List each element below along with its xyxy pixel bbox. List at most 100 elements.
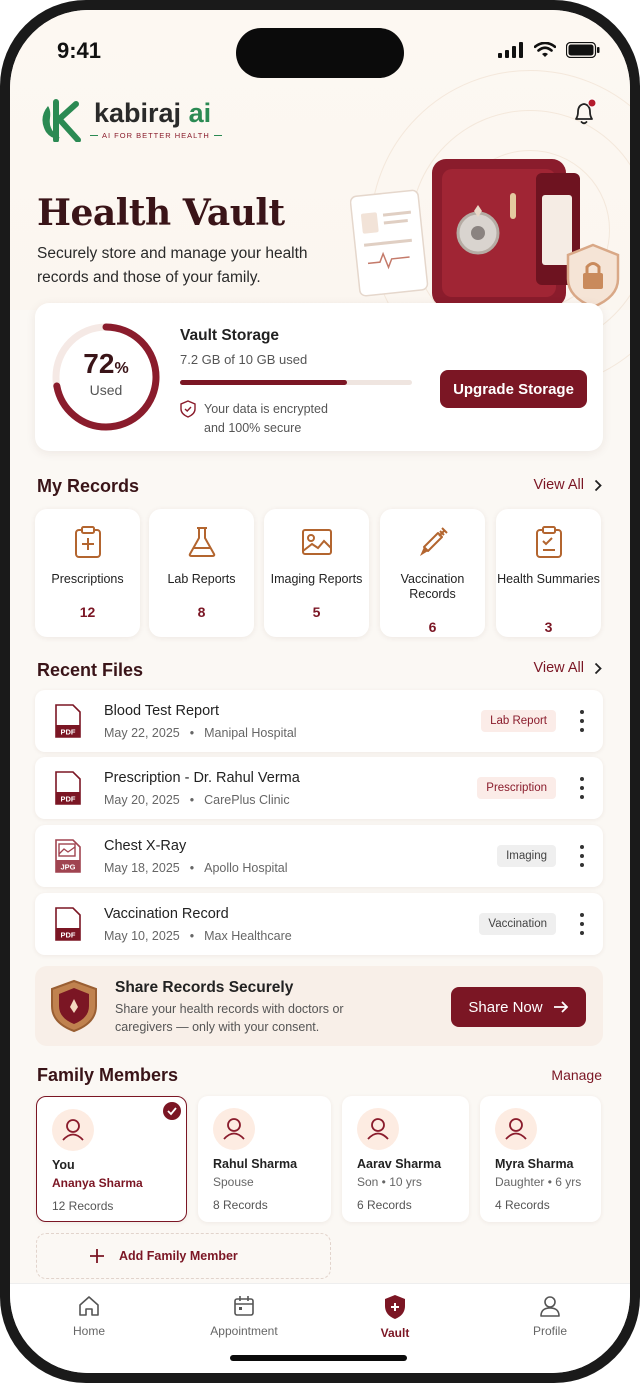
family-member-relation: Spouse <box>213 1175 254 1189</box>
flask-icon <box>188 527 216 557</box>
family-member-card[interactable]: Rahul Sharma Spouse 8 Records <box>198 1096 331 1222</box>
svg-text:PDF: PDF <box>61 728 76 737</box>
battery-icon <box>566 42 600 58</box>
records-tile-prescriptions[interactable]: Prescriptions 12 <box>35 509 140 637</box>
page-subtitle: Securely store and manage your health re… <box>37 245 308 286</box>
selected-check-icon <box>163 1102 181 1120</box>
records-tile-label: Vaccination Records <box>400 572 465 601</box>
shield-check-icon <box>180 400 196 418</box>
vault-illustration <box>350 159 620 311</box>
records-tile-vaccination-records[interactable]: Vaccination Records 6 <box>380 509 485 637</box>
more-options-icon[interactable] <box>579 777 585 799</box>
family-member-records: 8 Records <box>213 1198 268 1212</box>
more-options-icon[interactable] <box>579 913 585 935</box>
family-members-title: Family Members <box>37 1065 179 1085</box>
avatar <box>52 1109 94 1151</box>
brand-logo[interactable]: kabiraj ai AI FOR BETTER HEALTH <box>38 98 222 143</box>
storage-used-label: Used <box>89 382 123 398</box>
recent-file-row[interactable]: PDF Blood Test Report May 22, 2025 • Manip… <box>35 690 603 752</box>
bell-icon <box>575 98 597 125</box>
records-tile-count: 6 <box>428 619 437 635</box>
records-tile-count: 12 <box>79 604 96 620</box>
upgrade-storage-button[interactable]: Upgrade Storage <box>440 370 587 408</box>
chevron-right-icon <box>594 479 602 491</box>
family-member-card[interactable]: Myra Sharma Daughter • 6 yrs 4 Records <box>480 1096 601 1222</box>
home-icon <box>79 1296 99 1316</box>
shield-lock-illustration <box>566 243 620 309</box>
family-member-relation: Daughter • 6 yrs <box>495 1175 582 1189</box>
recent-file-row[interactable]: PDF Prescription - Dr. Rahul Verma May 2… <box>35 757 603 819</box>
nav-vault[interactable]: Vault <box>340 1294 450 1340</box>
share-title: Share Records Securely <box>115 979 294 996</box>
user-icon <box>223 1118 245 1140</box>
family-member-records: 4 Records <box>495 1198 550 1212</box>
storage-usage-text: 7.2 GB of 10 GB used <box>180 352 308 367</box>
safe-illustration <box>432 159 580 311</box>
shield-badge-icon <box>51 979 97 1033</box>
file-type-badge: Prescription <box>477 777 556 799</box>
file-name: Vaccination Record <box>104 906 229 922</box>
file-name: Prescription - Dr. Rahul Verma <box>104 770 300 786</box>
recent-file-row[interactable]: PDF Vaccination Record May 10, 2025 • Max … <box>35 893 603 955</box>
records-tile-label: Imaging Reports <box>270 572 363 586</box>
family-member-relation: Ananya Sharma <box>52 1176 143 1190</box>
svg-text:JPG: JPG <box>60 863 75 872</box>
arrow-right-icon <box>553 1001 568 1013</box>
page-title: Health Vault <box>37 192 285 234</box>
cellular-signal-icon <box>498 42 523 58</box>
svg-text:PDF: PDF <box>61 795 76 804</box>
recent-view-all-link[interactable]: View All <box>533 660 602 676</box>
share-subtitle: Share your health records with doctors o… <box>115 1002 344 1034</box>
svg-text:PDF: PDF <box>61 931 76 940</box>
file-type-badge: Vaccination <box>479 913 556 935</box>
file-name: Blood Test Report <box>104 703 219 719</box>
records-tile-label: Lab Reports <box>167 572 236 586</box>
encryption-note: Your data is encrypted and 100% secure <box>180 400 328 438</box>
brand-name: kabiraj ai <box>94 98 212 128</box>
storage-percent: 72% <box>83 348 129 379</box>
family-member-relation: Son • 10 yrs <box>357 1175 422 1189</box>
family-member-records: 12 Records <box>52 1199 114 1213</box>
prescription-icon <box>75 526 101 558</box>
more-options-icon[interactable] <box>579 710 585 732</box>
family-member-records: 6 Records <box>357 1198 412 1212</box>
more-options-icon[interactable] <box>579 845 585 867</box>
recent-file-row[interactable]: JPG Chest X-Ray May 18, 2025 • Apollo Hosp… <box>35 825 603 887</box>
app-screen: 9:41 kabiraj ai AI FOR BETTER HEALTH Hea… <box>10 10 630 1373</box>
image-icon <box>302 529 332 555</box>
family-member-name: Aarav Sharma <box>357 1157 442 1171</box>
family-member-card[interactable]: Aarav Sharma Son • 10 yrs 6 Records <box>342 1096 469 1222</box>
home-indicator[interactable] <box>230 1355 407 1361</box>
records-tile-count: 5 <box>312 604 321 620</box>
manage-family-link[interactable]: Manage <box>551 1067 602 1083</box>
add-family-member-button[interactable]: Add Family Member <box>36 1233 331 1279</box>
records-tile-imaging-reports[interactable]: Imaging Reports 5 <box>264 509 369 637</box>
status-icons <box>498 42 600 58</box>
shield-icon <box>385 1295 405 1319</box>
records-tile-lab-reports[interactable]: Lab Reports 8 <box>149 509 254 637</box>
storage-progress-bar <box>180 380 412 385</box>
calendar-icon <box>234 1296 254 1316</box>
user-icon <box>505 1118 527 1140</box>
file-meta: May 18, 2025 • Apollo Hospital <box>104 861 288 875</box>
pdf-file-icon: PDF <box>55 704 81 738</box>
pdf-file-icon: PDF <box>55 771 81 805</box>
notification-bell-button[interactable] <box>570 98 600 128</box>
family-member-name: Rahul Sharma <box>213 1157 298 1171</box>
family-member-name: Myra Sharma <box>495 1157 574 1171</box>
share-now-button[interactable]: Share Now <box>451 987 586 1027</box>
vault-storage-card: 72% Used Vault Storage 7.2 GB of 10 GB u… <box>35 303 603 451</box>
nav-appointment[interactable]: Appointment <box>189 1294 299 1338</box>
syringe-icon <box>420 527 448 556</box>
family-member-name: You <box>52 1158 75 1172</box>
my-records-title: My Records <box>37 476 140 496</box>
pdf-file-icon: PDF <box>55 907 81 941</box>
nav-home[interactable]: Home <box>34 1294 144 1338</box>
file-type-badge: Lab Report <box>481 710 556 732</box>
share-records-banner: Share Records Securely Share your health… <box>35 966 603 1046</box>
jpg-file-icon: JPG <box>55 839 81 873</box>
nav-profile[interactable]: Profile <box>495 1294 605 1338</box>
records-view-all-link[interactable]: View All <box>533 477 602 493</box>
records-tile-health-summaries[interactable]: Health Summaries 3 <box>496 509 601 637</box>
family-member-card[interactable]: You Ananya Sharma 12 Records <box>36 1096 187 1222</box>
